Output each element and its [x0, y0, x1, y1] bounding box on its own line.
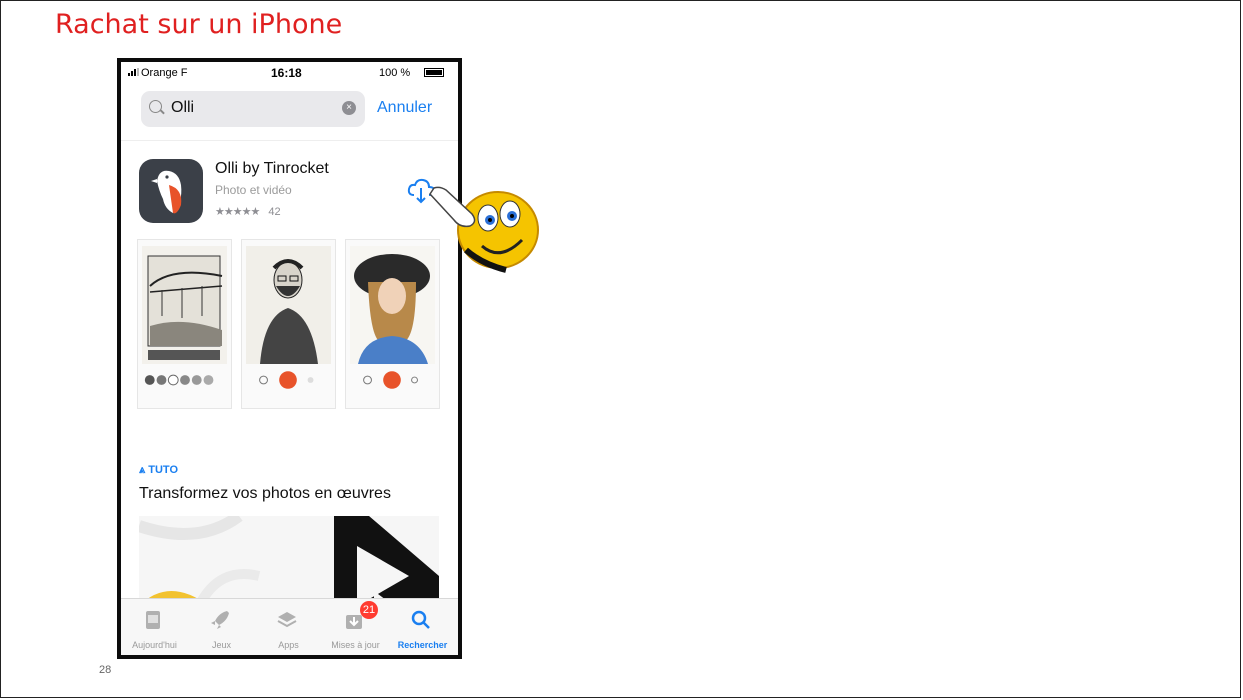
tuto-icon: ⩓ — [139, 464, 149, 476]
app-screenshots[interactable] — [137, 239, 447, 411]
app-name: Olli by Tinrocket — [215, 160, 329, 177]
rating-count: 42 — [268, 206, 281, 218]
app-rating: ★★★★★ 42 — [215, 205, 281, 218]
battery-percent: 100 % — [379, 67, 411, 79]
signal-icon — [128, 68, 139, 76]
tab-today[interactable]: Aujourd'hui — [121, 599, 188, 655]
olli-app-icon — [139, 159, 203, 223]
iphone-screenshot: Orange F 16:18 100 % Olli × Annuler Olli… — [117, 58, 462, 659]
app-category: Photo et vidéo — [215, 183, 292, 197]
updates-badge: 21 — [360, 601, 378, 619]
layers-icon — [277, 612, 297, 628]
slide-title: Rachat sur un iPhone — [55, 9, 343, 40]
tab-updates[interactable]: 21 Mises à jour — [322, 599, 389, 655]
search-icon — [149, 100, 162, 113]
filter-controls — [363, 371, 418, 389]
tab-apps[interactable]: Apps — [255, 599, 322, 655]
article-image[interactable] — [139, 516, 439, 606]
article-title[interactable]: Transformez vos photos en œuvres — [139, 485, 391, 503]
search-icon — [411, 610, 430, 629]
slide-number: 28 — [99, 664, 112, 676]
sketch-bridge-image — [142, 246, 227, 364]
tab-games[interactable]: Jeux — [188, 599, 255, 655]
sketch-man-image — [246, 246, 331, 364]
tab-bar: Aujourd'hui Jeux Apps 21 Mises à jour Re… — [121, 598, 458, 655]
tuto-label: ⩓ TUTO — [139, 464, 179, 476]
battery-icon — [424, 68, 444, 77]
search-row: Olli × Annuler — [121, 89, 458, 129]
screenshot-bridge[interactable] — [137, 239, 232, 409]
slide: Rachat sur un iPhone Orange F 16:18 100 … — [0, 0, 1241, 698]
screenshot-man[interactable] — [241, 239, 336, 409]
tab-search[interactable]: Rechercher — [389, 599, 456, 655]
pointing-smiley-icon — [429, 186, 539, 273]
filter-controls — [259, 371, 314, 389]
app-result[interactable]: Olli by Tinrocket Photo et vidéo ★★★★★ 4… — [121, 140, 458, 231]
status-time: 16:18 — [271, 66, 302, 80]
carrier-name: Orange F — [141, 67, 188, 79]
rating-stars: ★★★★★ — [215, 206, 260, 218]
cancel-button[interactable]: Annuler — [377, 99, 432, 117]
filter-controls — [144, 374, 214, 386]
sketch-woman-image — [350, 246, 435, 364]
search-query: Olli — [171, 99, 195, 116]
clear-search-icon[interactable]: × — [342, 101, 356, 115]
today-icon — [146, 611, 160, 629]
search-input[interactable]: Olli × — [141, 91, 365, 127]
status-bar: Orange F 16:18 100 % — [121, 62, 458, 86]
rocket-icon — [211, 611, 229, 629]
